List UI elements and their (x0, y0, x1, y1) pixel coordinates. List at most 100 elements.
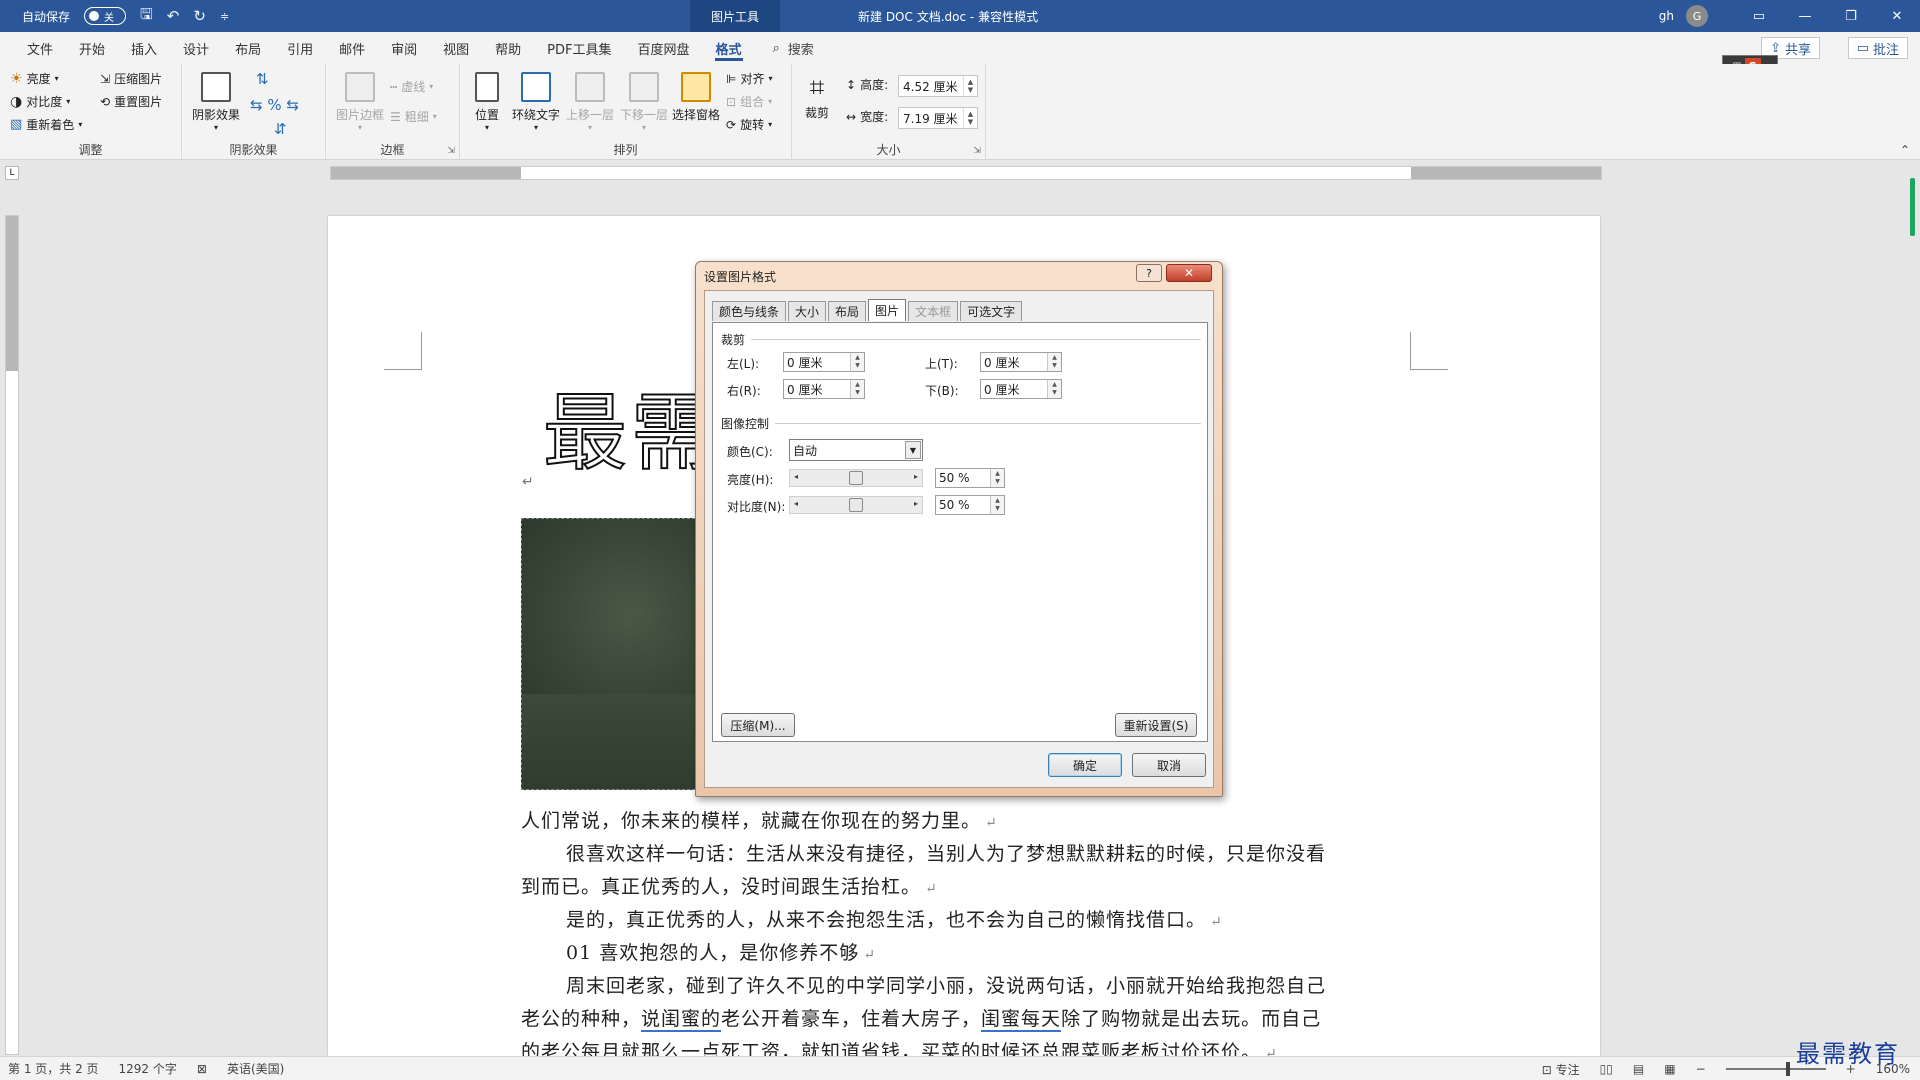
horizontal-ruler[interactable] (330, 166, 1602, 180)
contrast-button[interactable]: ◑ 对比度 ▾ (10, 93, 70, 110)
proofing-icon[interactable]: ⊠ (197, 1062, 207, 1076)
send-backward-button[interactable]: 下移一层 ▾ (616, 72, 672, 132)
tab-colors-lines[interactable]: 颜色与线条 (712, 301, 787, 321)
tab-format[interactable]: 格式 (703, 32, 755, 64)
brightness-button[interactable]: ☀ 亮度 ▾ (10, 70, 59, 87)
nudge-up-icon[interactable]: ⇅ (256, 70, 269, 88)
reset-picture-button[interactable]: ⟲ 重置图片 (100, 93, 162, 110)
tab-size[interactable]: 大小 (788, 301, 827, 321)
slider-left-arrow-icon[interactable]: ◂ (794, 499, 798, 508)
shadow-effects-button[interactable]: 阴影效果 ▾ (188, 72, 244, 132)
nudge-down-icon[interactable]: ⇵ (274, 120, 287, 138)
tab-textbox[interactable]: 文本框 (908, 301, 959, 321)
help-button[interactable]: ? (1136, 264, 1162, 282)
compress-pictures-button[interactable]: ⇲ 压缩图片 (100, 70, 162, 87)
color-select[interactable]: 自动 ▼ (789, 439, 923, 461)
slider-right-arrow-icon[interactable]: ▸ (914, 499, 918, 508)
crop-top-input[interactable]: 0 厘米 ▲ ▼ (980, 352, 1062, 372)
tell-me-search[interactable]: ⌕ 搜索 (773, 39, 814, 58)
crop-left-input[interactable]: 0 厘米 ▲ ▼ (783, 352, 865, 372)
size-dialog-launcher-icon[interactable]: ⇲ (973, 146, 981, 156)
recolor-button[interactable]: ▧ 重新着色 ▾ (10, 116, 82, 133)
web-layout-icon[interactable]: ▦ (1664, 1062, 1675, 1076)
crop-bottom-input[interactable]: 0 厘米 ▲ ▼ (980, 379, 1062, 399)
autosave-toggle[interactable]: 关 (84, 7, 127, 25)
contrast-spinner[interactable]: ▲ ▼ (990, 496, 1004, 514)
tab-layout-dialog[interactable]: 布局 (828, 301, 867, 321)
tab-baidu-netdisk[interactable]: 百度网盘 (624, 32, 702, 64)
crop-button[interactable]: ⌗ 裁剪 (796, 72, 838, 121)
tab-insert[interactable]: 插入 (118, 32, 170, 64)
cancel-button[interactable]: 取消 (1132, 753, 1206, 777)
collapse-ribbon-icon[interactable]: ⌃ (1900, 143, 1910, 157)
crop-left-spinner[interactable]: ▲ ▼ (850, 353, 864, 371)
user-name[interactable]: gh (1659, 9, 1674, 23)
minimize-icon[interactable]: — (1782, 0, 1828, 32)
reset-button[interactable]: 重新设置(S) (1115, 713, 1197, 737)
tab-view[interactable]: 视图 (430, 32, 482, 64)
compress-button[interactable]: 压缩(M)... (721, 713, 795, 737)
tab-pdf-tools[interactable]: PDF工具集 (534, 32, 624, 64)
tab-review[interactable]: 审阅 (378, 32, 430, 64)
crop-right-spinner[interactable]: ▲ ▼ (850, 380, 864, 398)
group-objects-button[interactable]: ⊡ 组合 ▾ (726, 93, 772, 110)
nudge-shadow-icon[interactable]: ⇆ % ⇆ (250, 96, 299, 114)
align-button[interactable]: ⊫ 对齐 ▾ (726, 70, 772, 87)
slider-right-arrow-icon[interactable]: ▸ (914, 472, 918, 481)
contrast-slider[interactable]: ◂ ▸ (789, 496, 923, 514)
tab-mailings[interactable]: 邮件 (326, 32, 378, 64)
height-spinner[interactable]: ▲ ▼ (963, 76, 977, 96)
crop-right-input[interactable]: 0 厘米 ▲ ▼ (783, 379, 865, 399)
restore-icon[interactable]: ❐ (1828, 0, 1874, 32)
scroll-thumb[interactable] (1910, 178, 1915, 236)
border-dialog-launcher-icon[interactable]: ⇲ (447, 146, 455, 156)
tab-references[interactable]: 引用 (274, 32, 326, 64)
brightness-input[interactable]: 50 % ▲ ▼ (935, 468, 1005, 488)
crop-top-spinner[interactable]: ▲ ▼ (1047, 353, 1061, 371)
focus-mode[interactable]: ⊡ 专注 (1542, 1061, 1580, 1078)
dialog-close-button[interactable]: ✕ (1166, 264, 1212, 282)
page-count[interactable]: 第 1 页，共 2 页 (8, 1060, 99, 1077)
vertical-scrollbar[interactable] (1902, 166, 1920, 1056)
grammar-underline[interactable]: 说闺蜜的 (641, 1008, 722, 1032)
contrast-slider-thumb[interactable] (849, 498, 863, 512)
picture-border-button[interactable]: 图片边框 ▾ (332, 72, 388, 132)
tab-layout[interactable]: 布局 (222, 32, 274, 64)
save-icon[interactable]: 🖫 (140, 4, 153, 29)
tab-file[interactable]: 文件 (14, 32, 66, 64)
bring-forward-button[interactable]: 上移一层 ▾ (562, 72, 618, 132)
brightness-spinner[interactable]: ▲ ▼ (990, 469, 1004, 487)
tab-help[interactable]: 帮助 (482, 32, 534, 64)
width-spinner[interactable]: ▲ ▼ (963, 108, 977, 128)
crop-bottom-spinner[interactable]: ▲ ▼ (1047, 380, 1061, 398)
height-input[interactable]: 4.52 厘米 ▲ ▼ (898, 75, 978, 97)
tab-design[interactable]: 设计 (170, 32, 222, 64)
wrap-text-button[interactable]: 环绕文字 ▾ (508, 72, 564, 132)
brightness-slider[interactable]: ◂ ▸ (789, 469, 923, 487)
print-layout-icon[interactable]: ▤ (1633, 1062, 1644, 1076)
weight-button[interactable]: ☰ 粗细 ▾ (390, 108, 437, 125)
vertical-ruler[interactable] (5, 215, 19, 1055)
dashes-button[interactable]: ┅ 虚线 ▾ (390, 78, 433, 95)
zoom-out-icon[interactable]: − (1696, 1062, 1706, 1076)
rotate-button[interactable]: ⟳ 旋转 ▾ (726, 116, 772, 133)
tab-picture[interactable]: 图片 (868, 299, 907, 321)
zoom-slider-thumb[interactable] (1785, 1062, 1790, 1076)
customize-qat-icon[interactable]: ≑ (220, 10, 229, 23)
language[interactable]: 英语(美国) (227, 1060, 284, 1077)
width-input[interactable]: 7.19 厘米 ▲ ▼ (898, 107, 978, 129)
contrast-input[interactable]: 50 % ▲ ▼ (935, 495, 1005, 515)
word-count[interactable]: 1292 个字 (119, 1060, 177, 1077)
ok-button[interactable]: 确定 (1048, 753, 1122, 777)
tab-home[interactable]: 开始 (66, 32, 118, 64)
redo-icon[interactable]: ↻ (193, 7, 206, 25)
position-button[interactable]: 位置 ▾ (464, 72, 510, 132)
close-icon[interactable]: ✕ (1874, 0, 1920, 32)
grammar-underline[interactable]: 闺蜜每天 (981, 1008, 1062, 1032)
tab-selector[interactable]: L (5, 166, 19, 180)
comment-button[interactable]: ▭ 批注 (1847, 37, 1908, 59)
brightness-slider-thumb[interactable] (849, 471, 863, 485)
tab-alt-text[interactable]: 可选文字 (960, 301, 1023, 321)
read-mode-icon[interactable]: ▯▯ (1600, 1062, 1613, 1076)
slider-left-arrow-icon[interactable]: ◂ (794, 472, 798, 481)
